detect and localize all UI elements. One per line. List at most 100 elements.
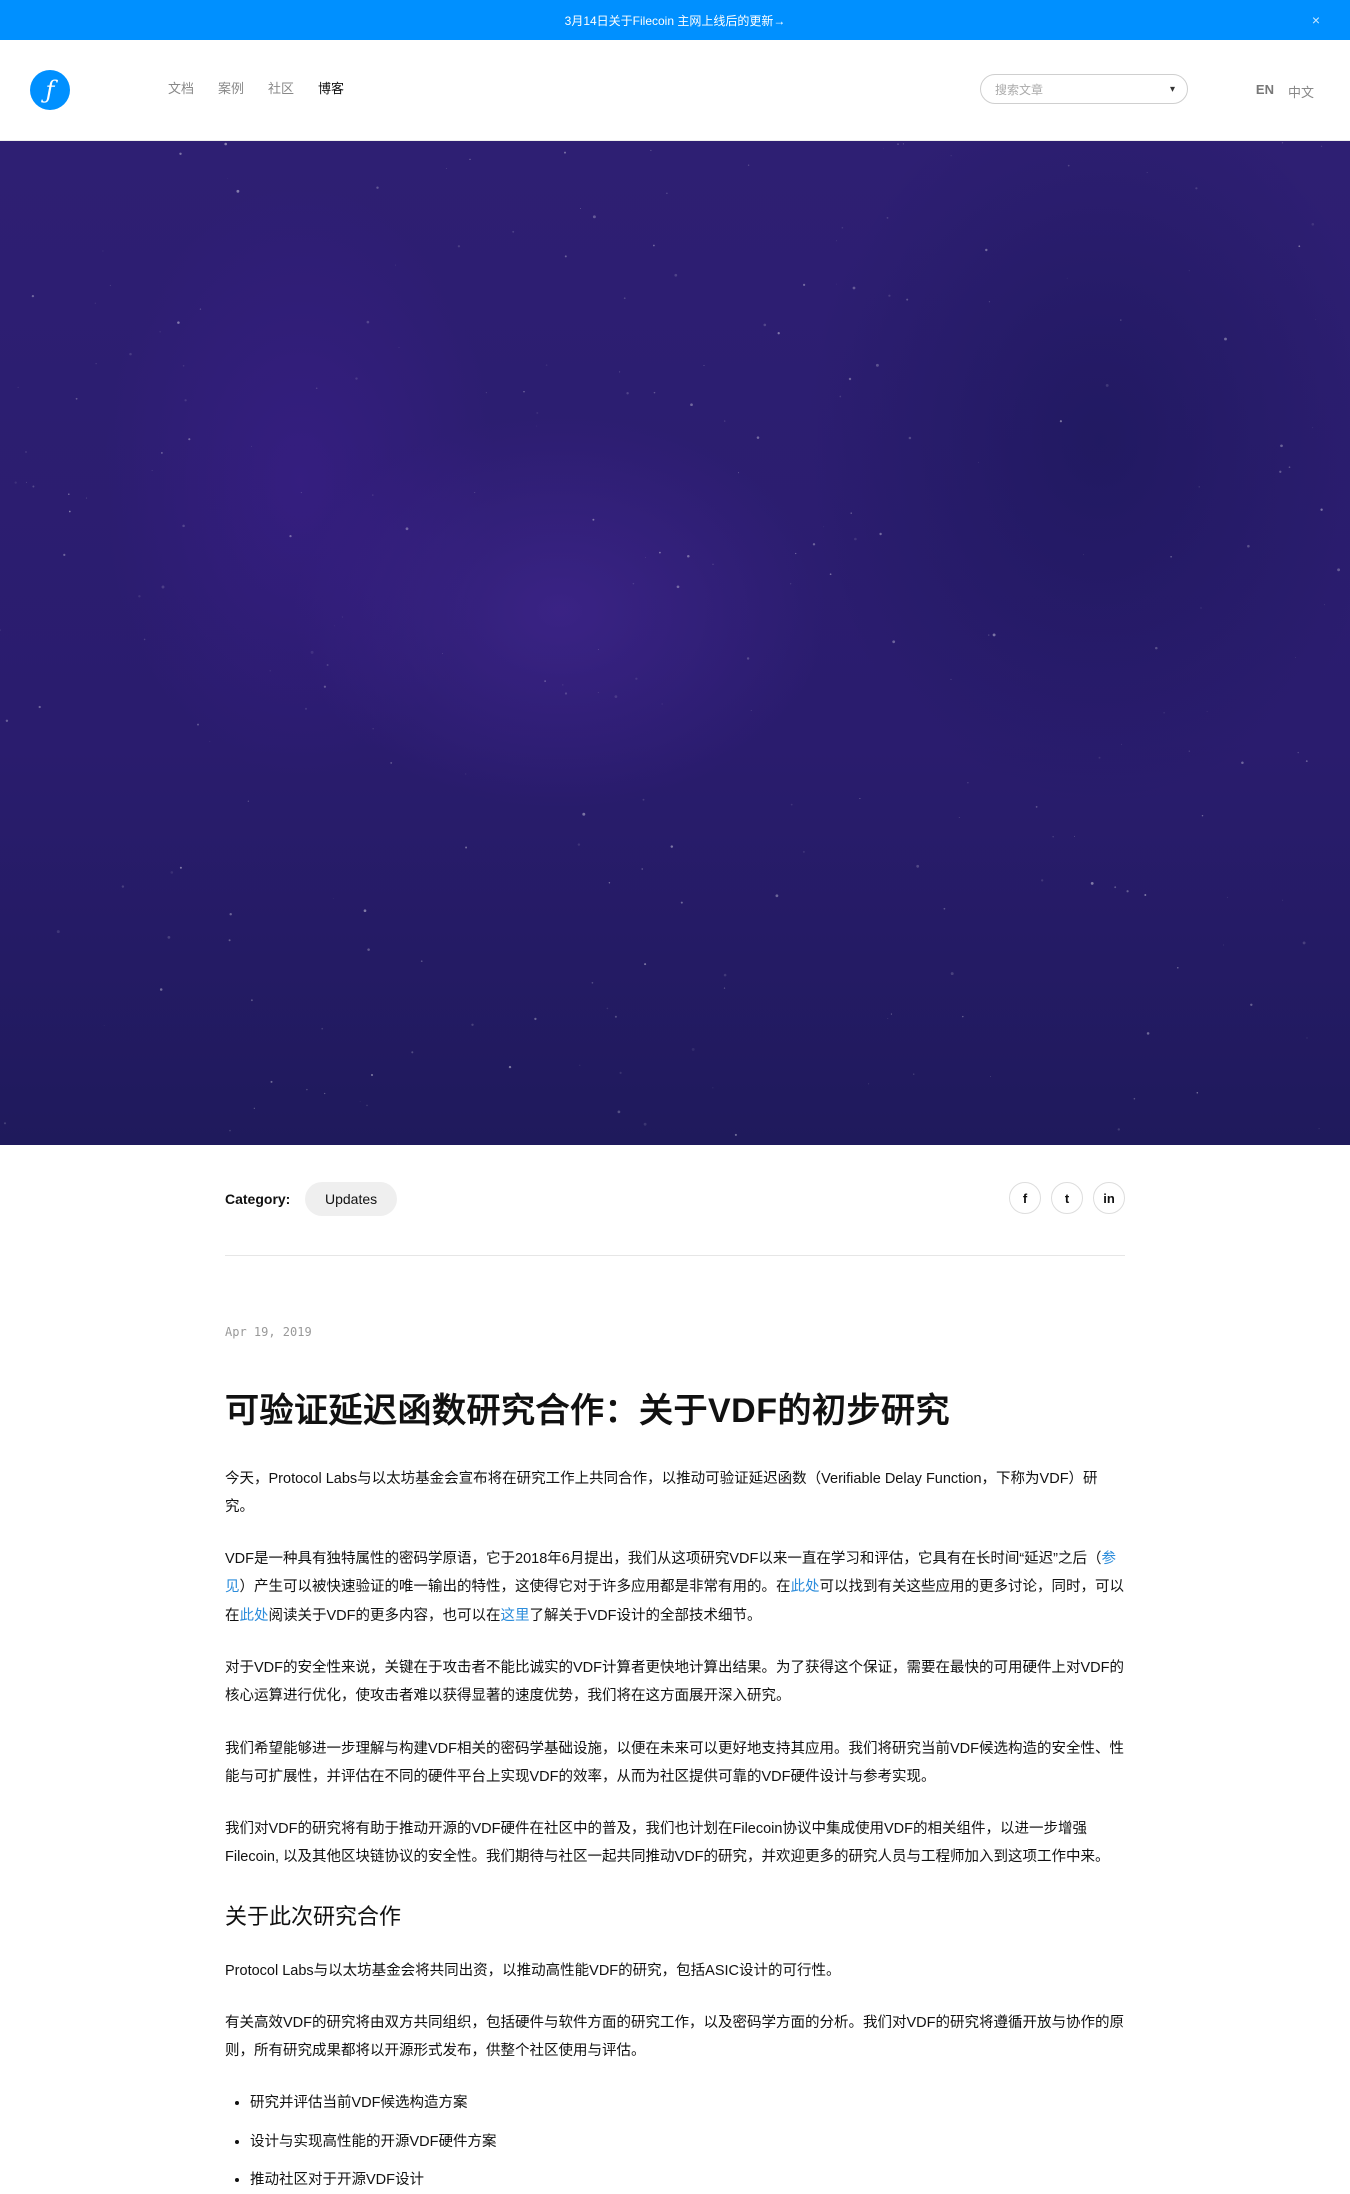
star-dot: [161, 452, 163, 454]
star-dot: [892, 640, 896, 644]
star-dot: [597, 649, 599, 650]
post-date: Apr 19, 2019: [225, 1325, 312, 1339]
star-dot: [746, 657, 750, 660]
filecoin-logo-icon[interactable]: ƒ: [30, 70, 70, 110]
star-dot: [967, 782, 969, 784]
star-dot: [1067, 164, 1070, 167]
paragraph-2-text: ）产生可以被快速验证的唯一输出的特性，这使得它对于许多应用都是非常有用的。在: [239, 1579, 791, 1596]
star-dot: [1324, 604, 1325, 606]
star-dot: [332, 898, 334, 899]
lang-en[interactable]: EN: [1256, 82, 1274, 101]
nav-item-community[interactable]: 社区: [268, 78, 294, 97]
paragraph-6: Protocol Labs与以太坊基金会将共同出资，以推动高性能VDF的研究，包…: [225, 1962, 841, 1979]
star-dot: [835, 283, 837, 285]
star-dot: [300, 492, 302, 494]
post-title: 可验证延迟函数研究合作：关于VDF的初步研究: [225, 1392, 950, 1431]
star-dot: [906, 298, 909, 301]
announcement-banner[interactable]: 3月14日关于Filecoin 主网上线后的更新→ ×: [0, 0, 1350, 40]
star-dot: [626, 392, 629, 395]
star-dot: [442, 653, 443, 654]
star-dot: [653, 244, 655, 247]
search-select[interactable]: 搜索文章 ▾: [980, 74, 1188, 104]
star-dot: [836, 240, 837, 242]
star-dot: [582, 812, 586, 816]
star-dot: [289, 534, 292, 538]
star-dot: [469, 158, 471, 161]
star-dot: [1163, 712, 1165, 714]
star-dot: [224, 142, 228, 146]
star-dot: [363, 909, 367, 913]
star-dot: [756, 436, 760, 439]
star-dot: [545, 364, 548, 366]
star-dot: [1117, 1128, 1121, 1131]
star-dot: [474, 492, 476, 493]
star-dot: [199, 308, 202, 310]
star-dot: [1282, 899, 1284, 901]
star-dot: [323, 685, 327, 688]
inline-link[interactable]: 此处: [240, 1608, 269, 1624]
facebook-icon[interactable]: f: [1009, 1182, 1041, 1214]
star-dot: [1281, 142, 1284, 144]
star-dot: [978, 461, 979, 463]
hero-image: [0, 141, 1350, 1145]
nav-item-blog[interactable]: 博客: [318, 78, 344, 97]
twitter-icon[interactable]: t: [1051, 1182, 1083, 1214]
star-dot: [641, 868, 643, 870]
star-dot: [916, 864, 920, 868]
star-dot: [1311, 223, 1315, 226]
star-dot: [579, 208, 581, 209]
star-dot: [642, 798, 645, 801]
star-dot: [829, 573, 832, 576]
star-dot: [1226, 896, 1228, 898]
star-dot: [1114, 886, 1117, 889]
star-dot: [1144, 894, 1147, 896]
star-dot: [1320, 508, 1323, 511]
category-badge[interactable]: Updates: [305, 1182, 398, 1216]
star-dot: [236, 189, 240, 193]
inline-link[interactable]: 此处: [791, 1579, 820, 1595]
star-dot: [1074, 835, 1076, 837]
star-dot: [1250, 1003, 1253, 1006]
close-icon[interactable]: ×: [1312, 0, 1320, 40]
star-dot: [564, 151, 566, 154]
star-dot: [227, 178, 229, 179]
star-dot: [1302, 941, 1306, 945]
star-dot: [653, 391, 656, 394]
star-dot: [650, 149, 652, 151]
nav-item-cases[interactable]: 案例: [218, 78, 244, 97]
star-dot: [270, 1080, 273, 1083]
star-dot: [812, 543, 816, 546]
star-dot: [592, 215, 596, 219]
star-dot: [85, 497, 88, 499]
star-dot: [1059, 420, 1062, 423]
star-dot: [619, 1071, 622, 1074]
star-dot: [913, 1073, 915, 1075]
star-dot: [661, 703, 663, 705]
star-dot: [747, 164, 750, 166]
announcement-text[interactable]: 3月14日关于Filecoin 主网上线后的更新→: [565, 12, 786, 29]
star-dot: [606, 1007, 609, 1010]
star-dot: [738, 472, 739, 474]
star-dot: [269, 670, 271, 672]
star-dot: [1188, 750, 1190, 752]
star-dot: [619, 371, 621, 373]
star-dot: [1200, 607, 1202, 609]
inline-link[interactable]: 这里: [501, 1608, 530, 1624]
star-dot: [988, 301, 990, 303]
paragraph-2-text: 阅读关于VDF的更多内容，也可以在: [268, 1607, 501, 1624]
star-dot: [102, 250, 104, 252]
lang-zh[interactable]: 中文: [1288, 82, 1314, 101]
star-dot: [617, 1110, 621, 1114]
star-dot: [908, 436, 912, 440]
nav-item-docs[interactable]: 文档: [168, 78, 194, 97]
category-label: Category:: [225, 1191, 291, 1207]
star-dot: [129, 352, 132, 356]
star-dot: [159, 988, 163, 991]
star-dot: [179, 152, 182, 155]
star-dot: [1083, 554, 1084, 556]
star-dot: [228, 939, 231, 942]
star-dot: [723, 973, 727, 977]
star-dot: [659, 551, 661, 554]
star-dot: [170, 871, 174, 874]
linkedin-icon[interactable]: in: [1093, 1182, 1125, 1214]
